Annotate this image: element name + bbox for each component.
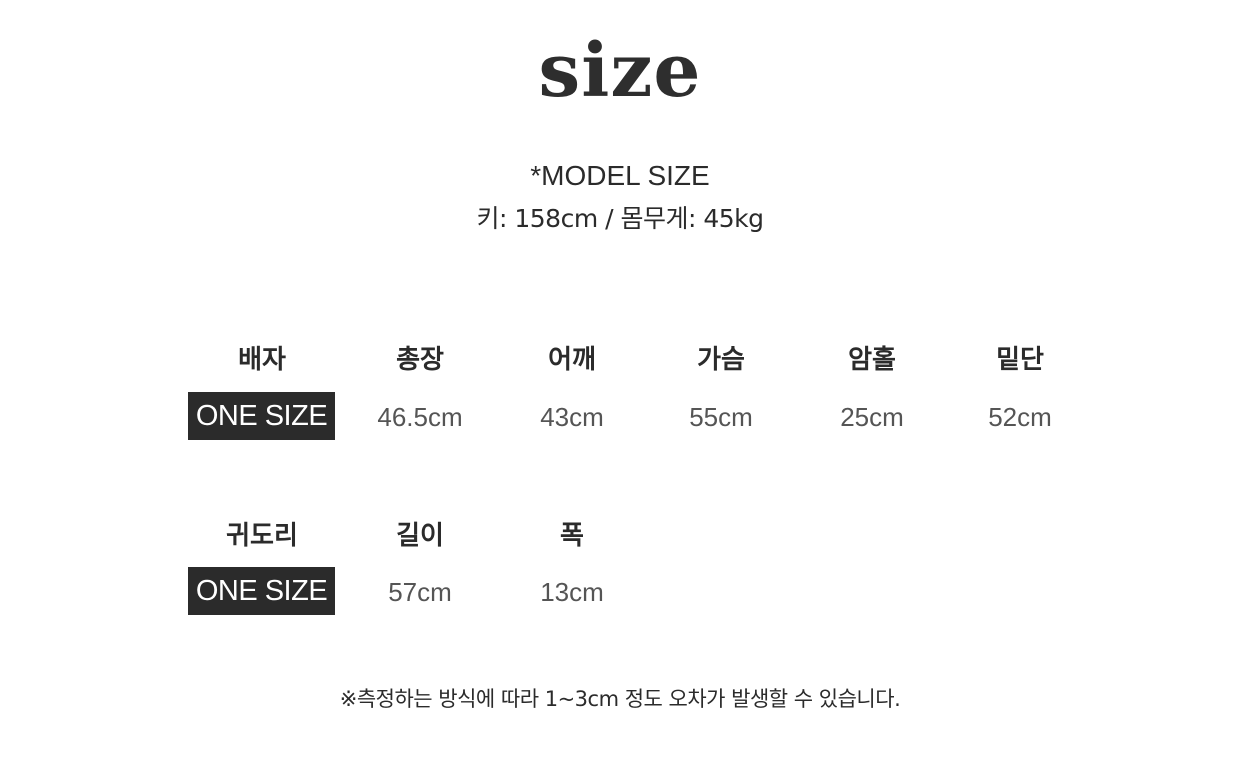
table2-value-length: 57cm: [388, 577, 452, 607]
table2-header-width: 폭: [560, 521, 584, 551]
model-stats: 키: 158cm / 몸무게: 45kg: [476, 204, 764, 233]
measurement-note: ※측정하는 방식에 따라 1~3cm 정도 오차가 발생할 수 있습니다.: [339, 687, 901, 711]
table1-value-shoulder: 43cm: [540, 402, 604, 432]
table1-value-length: 46.5cm: [377, 402, 463, 432]
table2-value-width: 13cm: [540, 577, 604, 607]
table2-header-length: 길이: [396, 521, 444, 551]
one-size-badge: ONE SIZE: [188, 392, 335, 440]
table1-header-armhole: 암홀: [848, 345, 896, 375]
table2-header-item: 귀도리: [226, 521, 298, 551]
table1-value-chest: 55cm: [689, 402, 753, 432]
table1-value-armhole: 25cm: [840, 402, 904, 432]
table1-header-length: 총장: [396, 345, 444, 375]
table1-header-chest: 가슴: [697, 345, 745, 375]
table1-header-shoulder: 어깨: [548, 345, 596, 375]
table1-header-hem: 밑단: [996, 345, 1044, 375]
page-title: size: [538, 28, 702, 114]
table1-header-item: 배자: [238, 345, 286, 375]
table1-value-hem: 52cm: [988, 402, 1052, 432]
one-size-badge: ONE SIZE: [188, 567, 335, 615]
model-size-label: *MODEL SIZE: [530, 160, 710, 191]
